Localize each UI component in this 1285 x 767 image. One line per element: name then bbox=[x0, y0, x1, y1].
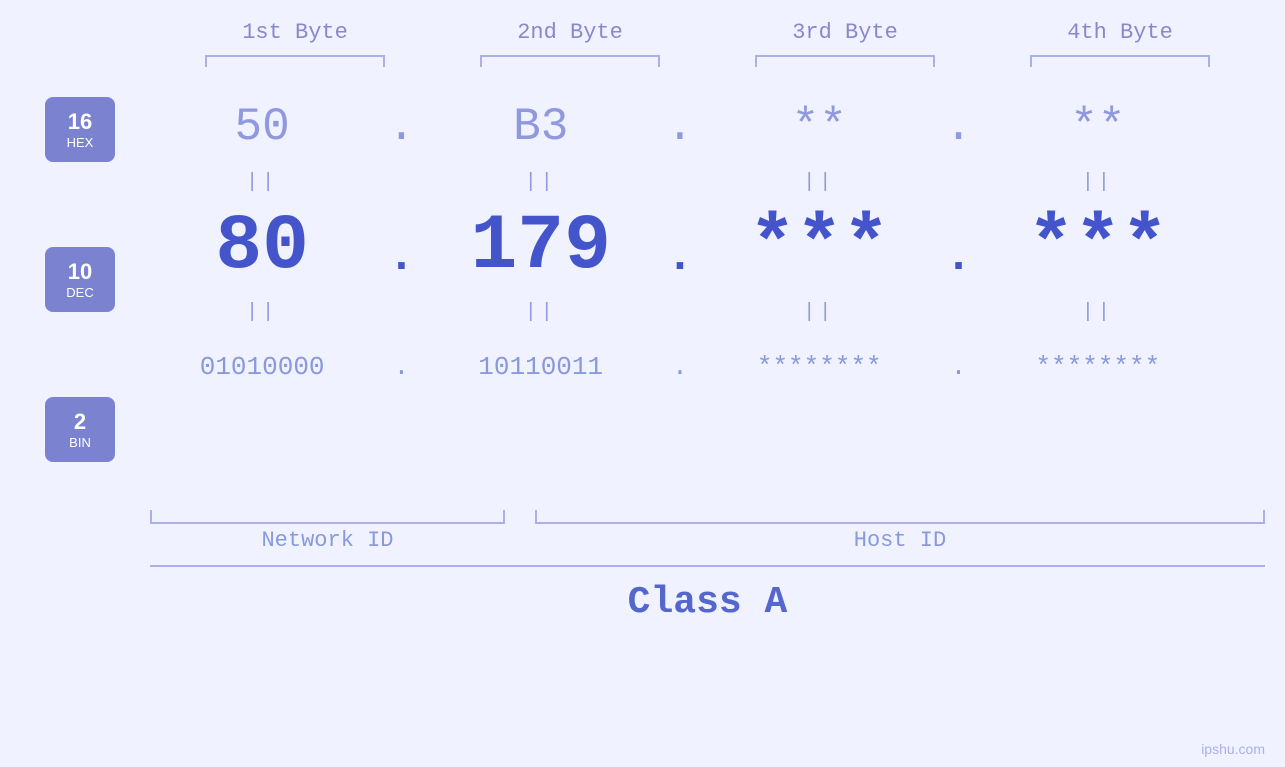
hex-dot-1: . bbox=[386, 101, 416, 153]
bin-dot-2: . bbox=[665, 352, 695, 382]
host-id-label: Host ID bbox=[535, 528, 1265, 553]
network-id-label: Network ID bbox=[150, 528, 505, 553]
bottom-bracket-area: Network ID Host ID bbox=[0, 510, 1285, 553]
bracket-top-4 bbox=[1030, 55, 1210, 67]
bin-b2: 10110011 bbox=[441, 352, 641, 382]
hex-b4: ** bbox=[998, 101, 1198, 153]
equals-4: || bbox=[998, 171, 1198, 194]
bin-badge-num: 2 bbox=[74, 409, 86, 435]
dec-badge-base: DEC bbox=[66, 285, 93, 300]
hex-b3: ** bbox=[719, 101, 919, 153]
dec-b2: 179 bbox=[441, 203, 641, 291]
bottom-bracket-line-row bbox=[130, 510, 1285, 524]
bracket-top-1 bbox=[205, 55, 385, 67]
bin-row: 01010000 . 10110011 . ******** . bbox=[130, 327, 1230, 407]
dec-row: 80 . 179 . *** . *** bbox=[130, 197, 1230, 297]
bin-b1: 01010000 bbox=[162, 352, 362, 382]
content-area: 16 HEX 10 DEC 2 BIN 50 . bbox=[0, 87, 1285, 502]
byte-headers: 1st Byte 2nd Byte 3rd Byte 4th Byte bbox=[158, 20, 1258, 45]
equals-7: || bbox=[719, 301, 919, 324]
bottom-brackets: Network ID Host ID bbox=[130, 510, 1285, 553]
hex-dot-3: . bbox=[944, 101, 974, 153]
dec-b1: 80 bbox=[162, 203, 362, 291]
dec-badge-num: 10 bbox=[68, 259, 92, 285]
hex-dot-2: . bbox=[665, 101, 695, 153]
hex-badge: 16 HEX bbox=[45, 97, 115, 162]
hex-b2: B3 bbox=[441, 101, 641, 153]
watermark: ipshu.com bbox=[1201, 741, 1265, 757]
bin-dot-1: . bbox=[386, 352, 416, 382]
bin-badge: 2 BIN bbox=[45, 397, 115, 462]
hex-row: 50 . B3 . ** . ** bbox=[130, 87, 1230, 167]
equals-2: || bbox=[441, 171, 641, 194]
class-bracket-line bbox=[150, 565, 1265, 567]
class-section-area: Class A bbox=[0, 565, 1285, 624]
equals-5: || bbox=[162, 301, 362, 324]
equals-row-1: || || || || bbox=[130, 167, 1230, 197]
equals-1: || bbox=[162, 171, 362, 194]
equals-3: || bbox=[719, 171, 919, 194]
dec-b4: *** bbox=[998, 203, 1198, 291]
main-container: 1st Byte 2nd Byte 3rd Byte 4th Byte 16 H… bbox=[0, 0, 1285, 767]
header-3rd-byte: 3rd Byte bbox=[745, 20, 945, 45]
bottom-label-row: Network ID Host ID bbox=[130, 524, 1285, 553]
equals-row-2: || || || || bbox=[130, 297, 1230, 327]
host-id-bracket bbox=[535, 510, 1265, 524]
dec-dot-3: . bbox=[944, 211, 974, 283]
dec-dot-1: . bbox=[386, 211, 416, 283]
bracket-top-2 bbox=[480, 55, 660, 67]
bottom-spacer bbox=[0, 510, 130, 553]
equals-8: || bbox=[998, 301, 1198, 324]
dec-badge: 10 DEC bbox=[45, 247, 115, 312]
network-id-bracket bbox=[150, 510, 505, 524]
top-bracket-row bbox=[158, 55, 1258, 67]
hex-b1: 50 bbox=[162, 101, 362, 153]
dec-b3: *** bbox=[719, 203, 919, 291]
header-4th-byte: 4th Byte bbox=[1020, 20, 1220, 45]
bracket-top-3 bbox=[755, 55, 935, 67]
equals-6: || bbox=[441, 301, 641, 324]
header-2nd-byte: 2nd Byte bbox=[470, 20, 670, 45]
bin-dot-3: . bbox=[944, 352, 974, 382]
class-label: Class A bbox=[150, 581, 1265, 624]
header-1st-byte: 1st Byte bbox=[195, 20, 395, 45]
bin-b4: ******** bbox=[998, 352, 1198, 382]
class-section: Class A bbox=[130, 565, 1285, 624]
bin-b3: ******** bbox=[719, 352, 919, 382]
hex-badge-num: 16 bbox=[68, 109, 92, 135]
hex-badge-base: HEX bbox=[67, 135, 94, 150]
data-rows: 50 . B3 . ** . ** bbox=[130, 87, 1285, 407]
labels-column: 16 HEX 10 DEC 2 BIN bbox=[0, 87, 130, 502]
bin-badge-base: BIN bbox=[69, 435, 91, 450]
dec-dot-2: . bbox=[665, 211, 695, 283]
